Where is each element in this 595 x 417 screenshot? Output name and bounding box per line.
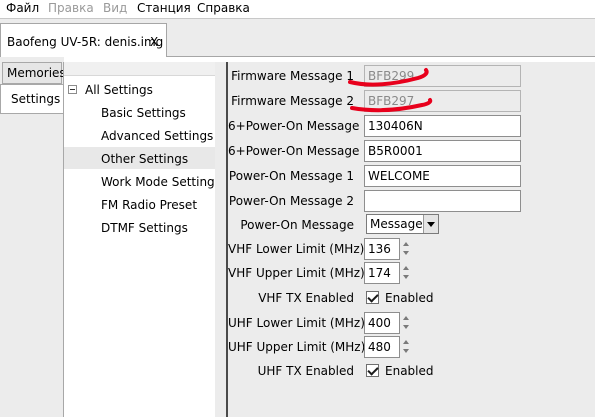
vhf-tx-enabled-checkbox-label[interactable]: Enabled	[385, 291, 434, 305]
tab-memories[interactable]: Memories	[2, 62, 66, 84]
six-power-on-message-2-input[interactable]: B5R0001	[364, 140, 521, 162]
vhf-lower-limit-spinbox[interactable]: 136	[364, 238, 400, 260]
document-tab-title: Baofeng UV-5R: denis.img	[7, 35, 164, 49]
uhf-upper-limit-label: UHF Upper Limit (MHz)	[228, 340, 366, 354]
uhf-tx-enabled-label: UHF TX Enabled	[257, 364, 354, 378]
menu-edit[interactable]: Правка	[48, 1, 94, 15]
spin-arrows-icon[interactable]	[402, 336, 411, 358]
uhf-upper-limit-spinbox[interactable]: 480	[364, 336, 400, 358]
uhf-lower-limit-label: UHF Lower Limit (MHz)	[228, 316, 365, 330]
tree-item-advanced-settings[interactable]: Advanced Settings	[101, 129, 213, 143]
power-on-message-1-label: Power-On Message 1	[228, 169, 354, 183]
power-on-message-1-input[interactable]: WELCOME	[364, 165, 521, 187]
tree-item-dtmf-settings[interactable]: DTMF Settings	[101, 221, 188, 235]
vhf-lower-limit-label: VHF Lower Limit (MHz)	[228, 242, 365, 256]
power-on-message-label: Power-On Message	[240, 218, 354, 232]
tree-item-fm-radio-preset[interactable]: FM Radio Preset	[101, 198, 197, 212]
uhf-upper-limit-value: 480	[368, 340, 391, 354]
uhf-lower-limit-spinbox[interactable]: 400	[364, 312, 400, 334]
spin-arrows-icon[interactable]	[402, 238, 411, 260]
power-on-message-2-input[interactable]	[364, 190, 521, 212]
tree-item-work-mode-settings[interactable]: Work Mode Settings	[101, 175, 221, 189]
vhf-tx-enabled-label: VHF TX Enabled	[258, 291, 354, 305]
tree-item-other-settings[interactable]: Other Settings	[101, 152, 188, 166]
menu-radio[interactable]: Станция	[137, 1, 191, 15]
menu-file[interactable]: Файл	[6, 1, 39, 15]
six-power-on-message-1-input[interactable]: 130406N	[364, 115, 521, 137]
tab-divider	[167, 56, 595, 57]
menu-help[interactable]: Справка	[197, 1, 250, 15]
uhf-tx-enabled-checkbox[interactable]	[366, 364, 379, 377]
power-on-message-value: Message	[370, 217, 423, 231]
vhf-upper-limit-label: VHF Upper Limit (MHz)	[228, 266, 365, 280]
firmware-message-2-label: Firmware Message 2	[231, 94, 354, 108]
uhf-lower-limit-value: 400	[368, 316, 391, 330]
uhf-tx-enabled-checkbox-label[interactable]: Enabled	[385, 364, 434, 378]
vhf-tx-enabled-checkbox[interactable]	[366, 291, 379, 304]
tree-item-basic-settings[interactable]: Basic Settings	[101, 106, 186, 120]
chevron-down-icon[interactable]	[423, 215, 438, 233]
menu-view[interactable]: Вид	[103, 1, 127, 15]
tree-header	[64, 62, 215, 76]
tab-memories-label: Memories	[7, 66, 66, 80]
vhf-upper-limit-spinbox[interactable]: 174	[364, 262, 400, 284]
firmware-message-1-field: BFB299	[364, 65, 521, 87]
vhf-upper-limit-value: 174	[368, 266, 391, 280]
power-on-message-2-label: Power-On Message 2	[228, 194, 354, 208]
firmware-message-2-field: BFB297	[364, 90, 521, 112]
menu-bar: Файл Правка Вид Станция Справка	[0, 0, 595, 18]
tab-settings-label: Settings	[11, 92, 61, 106]
power-on-message-select[interactable]: Message	[366, 214, 439, 234]
six-power-on-message-1-label: 6+Power-On Message 1	[228, 119, 371, 133]
vhf-lower-limit-value: 136	[368, 242, 391, 256]
close-icon[interactable]: X	[150, 35, 158, 49]
spin-arrows-icon[interactable]	[402, 262, 411, 284]
spin-arrows-icon[interactable]	[402, 312, 411, 334]
six-power-on-message-2-label: 6+Power-On Message 2	[228, 144, 371, 158]
document-tab[interactable]: Baofeng UV-5R: denis.img X	[0, 23, 167, 57]
minus-box-icon[interactable]	[68, 85, 77, 94]
firmware-message-1-label: Firmware Message 1	[231, 69, 354, 83]
tree-root[interactable]: All Settings	[85, 83, 153, 97]
tab-settings[interactable]: Settings	[0, 84, 63, 114]
